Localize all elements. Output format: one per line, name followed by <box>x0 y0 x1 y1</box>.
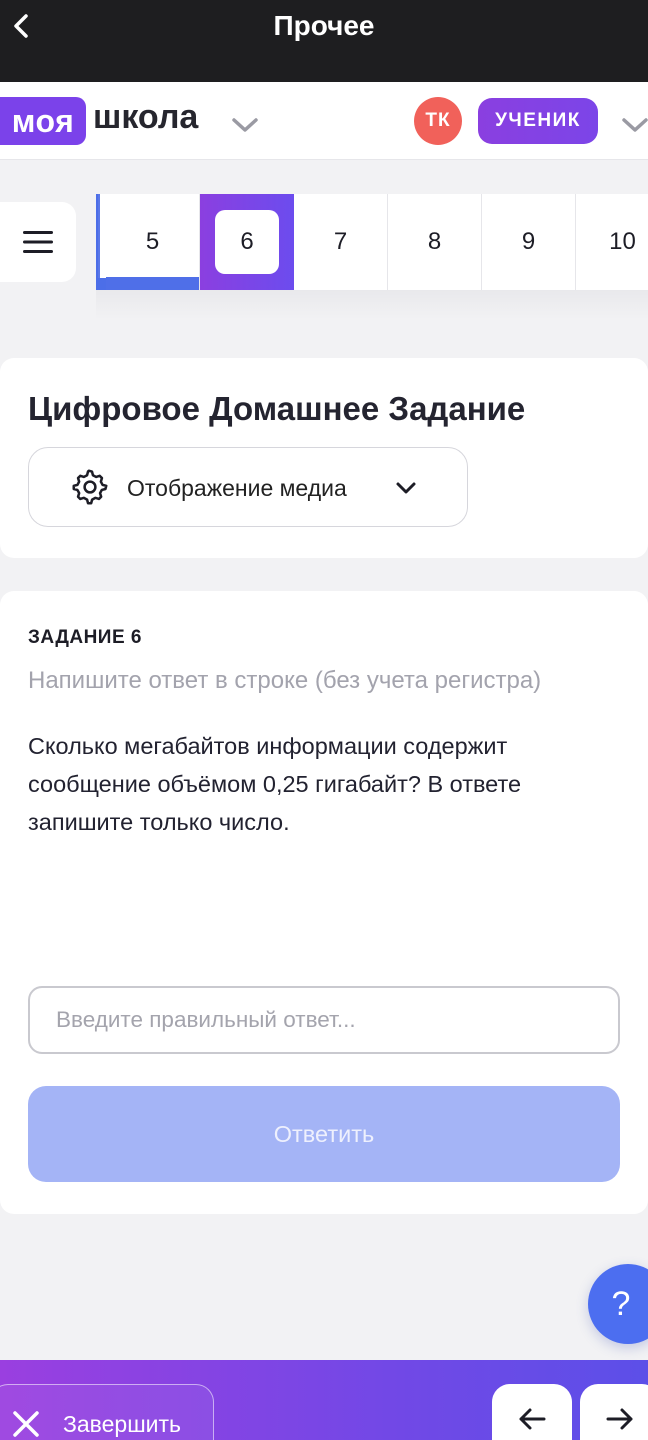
answer-input[interactable] <box>28 986 620 1054</box>
tab-label: 8 <box>427 228 442 255</box>
tab-task-10[interactable]: 10 <box>576 194 648 290</box>
tab-task-7[interactable]: 7 <box>294 194 388 290</box>
tab-task-8[interactable]: 8 <box>388 194 482 290</box>
tab-label: 10 <box>609 228 636 255</box>
help-label: ? <box>611 1284 631 1323</box>
close-icon <box>11 1409 41 1439</box>
top-bar: Прочее <box>0 0 648 82</box>
help-button[interactable]: ? <box>588 1264 648 1344</box>
task-hint: Напишите ответ в строке (без учета регис… <box>28 667 542 694</box>
chevron-down-icon[interactable] <box>228 108 262 142</box>
tab-task-6[interactable]: 6 <box>200 194 294 290</box>
task-card: ЗАДАНИЕ 6 Напишите ответ в строке (без у… <box>0 591 648 1214</box>
tab-label: 6 <box>240 228 254 255</box>
menu-button[interactable] <box>0 202 76 282</box>
logo-part-moya[interactable]: моя <box>0 97 86 145</box>
tab-label: 9 <box>521 228 536 255</box>
tab-task-9[interactable]: 9 <box>482 194 576 290</box>
tab-label: 5 <box>145 228 160 255</box>
assignment-title: Цифровое Домашнее Задание <box>28 390 526 427</box>
task-tabs: 5 6 7 8 9 10 <box>96 194 648 290</box>
media-display-label: Отображение медиа <box>127 475 347 501</box>
avatar[interactable]: ТК <box>414 97 462 145</box>
finish-label: Завершить <box>63 1411 182 1437</box>
chevron-down-icon <box>393 475 419 501</box>
assignment-card: Цифровое Домашнее Задание Отображение ме… <box>0 358 648 558</box>
logo-part-shkola[interactable]: школа <box>93 98 198 137</box>
role-badge[interactable]: УЧЕНИК <box>478 98 598 144</box>
task-question: Сколько мегабайтов информации содержит с… <box>28 733 522 835</box>
next-task-button[interactable] <box>580 1384 648 1440</box>
tabs-shadow <box>96 290 648 320</box>
gear-icon <box>71 468 109 506</box>
app-header: моя школа ТК УЧЕНИК <box>0 82 648 160</box>
tab-edge <box>96 194 106 290</box>
chevron-down-icon[interactable] <box>618 108 648 142</box>
previous-task-button[interactable] <box>492 1384 572 1440</box>
tab-task-5[interactable]: 5 <box>106 194 200 290</box>
finish-button[interactable]: Завершить <box>0 1384 214 1440</box>
hamburger-icon <box>23 231 53 253</box>
media-display-dropdown[interactable]: Отображение медиа <box>28 447 468 527</box>
task-number-label: ЗАДАНИЕ 6 <box>28 627 142 648</box>
submit-answer-button[interactable]: Ответить <box>28 1086 620 1182</box>
arrow-left-icon <box>519 1408 546 1430</box>
bottom-bar: Завершить <box>0 1360 648 1440</box>
tab-label: 7 <box>333 228 348 255</box>
page-title: Прочее <box>273 10 375 41</box>
arrow-right-icon <box>606 1408 633 1430</box>
